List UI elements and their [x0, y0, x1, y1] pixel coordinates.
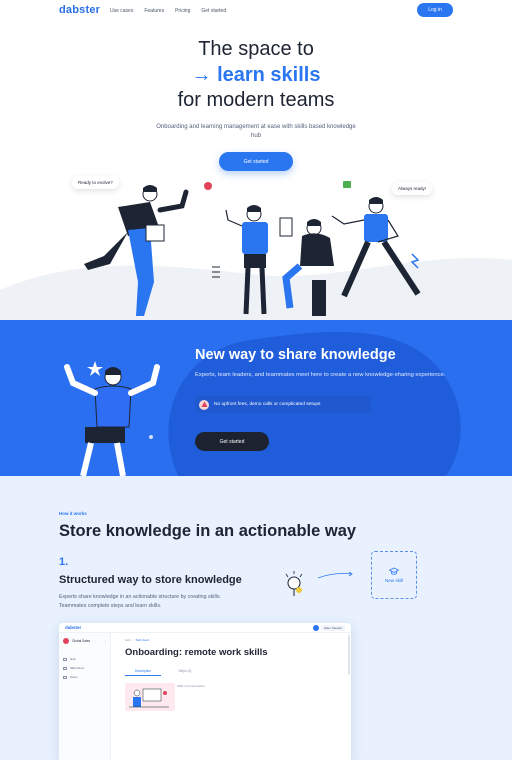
breadcrumb-separator: ›	[132, 638, 134, 642]
speech-bubble-left: Ready to evolve?	[72, 176, 119, 189]
sidebar-item-label: Team	[70, 675, 78, 679]
person-at-desk-icon	[129, 688, 169, 708]
hero-subtitle: Onboarding and learning management at ea…	[156, 124, 356, 139]
nav-link-pricing[interactable]: Pricing	[175, 8, 190, 14]
sidebar-item-label: Hub	[70, 657, 76, 661]
sidebar-item-label: Skill cloud	[70, 666, 84, 670]
nav-link-get-started[interactable]: Get started	[201, 8, 226, 14]
how-it-works-title: Store knowledge in an actionable way	[59, 522, 357, 540]
avatar	[313, 625, 320, 631]
app-preview-window: dabster Ellen Stewart Global Sales ⌄ Hub…	[59, 623, 351, 760]
top-nav: dabster Use cases Features Pricing Get s…	[0, 0, 512, 22]
new-skill-label: New skill	[384, 577, 404, 583]
app-user-menu[interactable]: Ellen Stewart	[313, 625, 345, 631]
team-icon	[63, 675, 67, 679]
tab-description[interactable]: Description	[125, 666, 161, 676]
sidebar-item-hub[interactable]: Hub	[63, 657, 76, 661]
no-fees-chip: No upfront fees, demo calls or complicat…	[195, 396, 371, 413]
graduation-cap-icon	[389, 567, 399, 575]
band-get-started-button[interactable]: Get started	[195, 432, 269, 451]
app-topbar: dabster Ellen Stewart	[59, 623, 351, 633]
nav-link-use-cases[interactable]: Use cases	[110, 8, 133, 14]
scrollbar[interactable]	[348, 635, 350, 675]
step-number: 1.	[59, 556, 69, 568]
org-switcher[interactable]: Global Sales	[63, 638, 90, 644]
logo[interactable]: dabster	[59, 4, 100, 16]
hero-title-line-2: → learn skills	[191, 64, 321, 86]
hero-illustration	[0, 181, 512, 320]
hero-get-started-button[interactable]: Get started	[219, 152, 293, 171]
skill-short-description: Skills short description	[177, 684, 205, 688]
new-skill-card[interactable]: New skill	[371, 551, 417, 599]
how-it-works-kicker: How it works	[59, 511, 87, 516]
breadcrumb-current[interactable]: Skill cloud	[136, 638, 150, 642]
app-user-name: Ellen Stewart	[321, 625, 345, 631]
skill-cover-image	[125, 683, 175, 711]
app-sidebar: Global Sales ⌄ Hub Skill cloud Team	[59, 633, 111, 760]
sidebar-item-team[interactable]: Team	[63, 675, 77, 679]
org-avatar	[63, 638, 69, 644]
step-title: Structured way to store knowledge	[59, 574, 242, 586]
breadcrumb-root[interactable]: Hub	[125, 638, 131, 642]
app-logo: dabster	[65, 625, 82, 630]
alert-icon	[199, 399, 209, 410]
tab-steps[interactable]: Steps (4)	[167, 666, 203, 676]
hero-title-line-1: The space to	[198, 38, 314, 60]
cloud-icon	[63, 666, 67, 670]
hub-icon	[63, 657, 67, 661]
person-cheering-icon	[64, 361, 160, 476]
nav-link-features[interactable]: Features	[144, 8, 164, 14]
page-title: Onboarding: remote work skills	[125, 647, 268, 658]
skill-tabs: Description Steps (4)	[125, 666, 203, 676]
nav-links: Use cases Features Pricing Get started	[110, 8, 226, 14]
idea-hand-illustration	[285, 571, 353, 596]
band-title: New way to share knowledge	[195, 347, 396, 363]
no-fees-text: No upfront fees, demo calls or complicat…	[214, 402, 321, 407]
sidebar-item-skill-cloud[interactable]: Skill cloud	[63, 666, 84, 670]
band-subtitle: Experts, team leaders, and teammates mee…	[195, 372, 446, 378]
chevron-down-icon[interactable]: ⌄	[104, 639, 107, 643]
hero-title-line-3: for modern teams	[177, 89, 335, 111]
speech-bubble-right: Always ready!	[392, 182, 433, 195]
breadcrumb: Hub › Skill cloud	[125, 638, 149, 642]
org-name: Global Sales	[72, 639, 91, 643]
login-button[interactable]: Log in	[417, 3, 453, 17]
step-description: Experts share knowledge in an actionable…	[59, 594, 221, 609]
